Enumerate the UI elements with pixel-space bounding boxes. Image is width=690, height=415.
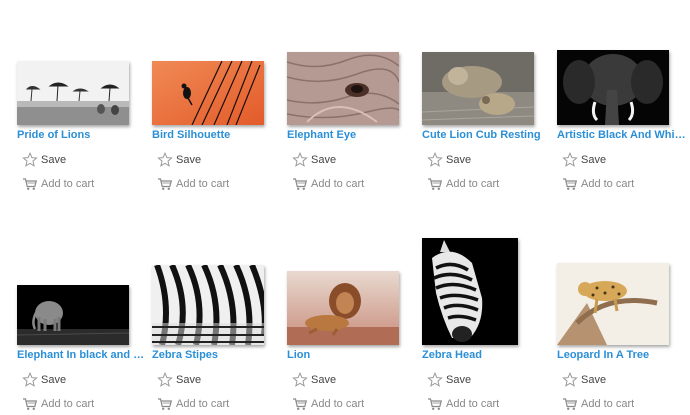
save-label: Save (446, 154, 472, 166)
star-icon (562, 372, 578, 388)
save-button[interactable]: Save (562, 371, 606, 389)
add-to-cart-label: Add to cart (176, 398, 230, 410)
product-image-zebra-head[interactable] (422, 238, 518, 345)
save-button[interactable]: Save (292, 151, 336, 169)
add-to-cart-button[interactable]: Add to cart (157, 395, 229, 413)
save-label: Save (446, 374, 472, 386)
add-to-cart-button[interactable]: Add to cart (562, 395, 634, 413)
cart-icon (157, 396, 173, 412)
star-icon (292, 152, 308, 168)
cart-icon (562, 176, 578, 192)
cart-icon (292, 176, 308, 192)
star-icon (22, 372, 38, 388)
save-label: Save (41, 374, 67, 386)
save-button[interactable]: Save (427, 151, 471, 169)
cart-icon (22, 396, 38, 412)
star-icon (157, 372, 173, 388)
save-button[interactable]: Save (22, 151, 66, 169)
product-title[interactable]: Lion (287, 349, 417, 361)
add-to-cart-button[interactable]: Add to cart (562, 175, 634, 193)
product-image-elephant-bw[interactable] (17, 285, 129, 345)
save-label: Save (311, 374, 337, 386)
add-to-cart-label: Add to cart (41, 398, 95, 410)
cart-icon (427, 396, 443, 412)
add-to-cart-button[interactable]: Add to cart (427, 395, 499, 413)
star-icon (292, 372, 308, 388)
product-image-leopard-in-tree[interactable] (557, 263, 669, 345)
product-title[interactable]: Bird Silhouette (152, 129, 282, 141)
star-icon (427, 152, 443, 168)
save-label: Save (176, 154, 202, 166)
save-button[interactable]: Save (22, 371, 66, 389)
cart-icon (292, 396, 308, 412)
add-to-cart-button[interactable]: Add to cart (292, 175, 364, 193)
product-image-zebra-stipes[interactable] (152, 265, 264, 345)
save-label: Save (311, 154, 337, 166)
product-image-pride-of-lions[interactable] (17, 61, 129, 125)
product-title[interactable]: Zebra Stipes (152, 349, 282, 361)
add-to-cart-button[interactable]: Add to cart (22, 395, 94, 413)
product-title[interactable]: Artistic Black And White Elephant (557, 129, 687, 141)
cart-icon (562, 396, 578, 412)
save-label: Save (581, 374, 607, 386)
star-icon (22, 152, 38, 168)
add-to-cart-button[interactable]: Add to cart (292, 395, 364, 413)
add-to-cart-label: Add to cart (176, 178, 230, 190)
product-title[interactable]: Leopard In A Tree (557, 349, 687, 361)
add-to-cart-button[interactable]: Add to cart (22, 175, 94, 193)
add-to-cart-button[interactable]: Add to cart (157, 175, 229, 193)
product-image-lion[interactable] (287, 271, 399, 345)
cart-icon (22, 176, 38, 192)
save-button[interactable]: Save (427, 371, 471, 389)
save-button[interactable]: Save (292, 371, 336, 389)
product-image-cute-lion-cub[interactable] (422, 52, 534, 125)
add-to-cart-label: Add to cart (446, 178, 500, 190)
star-icon (427, 372, 443, 388)
save-button[interactable]: Save (157, 371, 201, 389)
add-to-cart-label: Add to cart (581, 178, 635, 190)
add-to-cart-label: Add to cart (446, 398, 500, 410)
product-title[interactable]: Zebra Head (422, 349, 552, 361)
save-label: Save (176, 374, 202, 386)
product-image-elephant-eye[interactable] (287, 52, 399, 125)
save-button[interactable]: Save (157, 151, 201, 169)
star-icon (562, 152, 578, 168)
add-to-cart-label: Add to cart (311, 398, 365, 410)
save-label: Save (41, 154, 67, 166)
product-title[interactable]: Cute Lion Cub Resting (422, 129, 552, 141)
add-to-cart-label: Add to cart (581, 398, 635, 410)
product-title[interactable]: Pride of Lions (17, 129, 147, 141)
cart-icon (157, 176, 173, 192)
product-image-bird-silhouette[interactable] (152, 61, 264, 125)
product-image-artistic-bw-elephant[interactable] (557, 50, 669, 125)
save-button[interactable]: Save (562, 151, 606, 169)
add-to-cart-label: Add to cart (311, 178, 365, 190)
add-to-cart-label: Add to cart (41, 178, 95, 190)
add-to-cart-button[interactable]: Add to cart (427, 175, 499, 193)
save-label: Save (581, 154, 607, 166)
product-title[interactable]: Elephant In black and white (17, 349, 147, 361)
star-icon (157, 152, 173, 168)
product-title[interactable]: Elephant Eye (287, 129, 417, 141)
cart-icon (427, 176, 443, 192)
